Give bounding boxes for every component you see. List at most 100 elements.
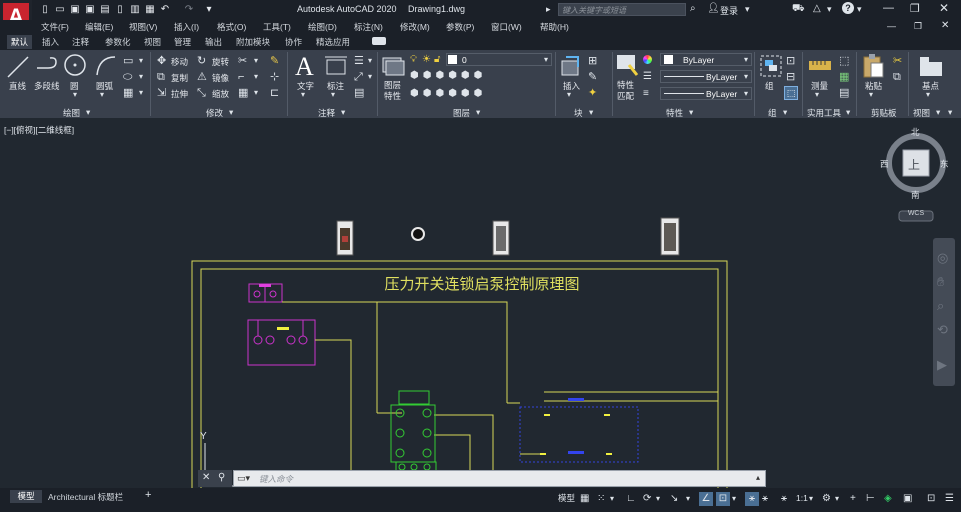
isodraft-icon[interactable]: ↘ [670,492,678,506]
tab-manage[interactable]: 管理 [174,36,191,48]
isolate-objects-icon[interactable]: ◈ [884,492,892,506]
annotation-monitor-icon[interactable]: + [850,492,856,506]
tab-output[interactable]: 输出 [205,36,222,48]
modify-panel-dropdown-icon[interactable]: ▾ [229,107,233,118]
units-icon[interactable]: ⊢ [866,492,875,506]
search-icon[interactable]: ⌕ [690,3,696,14]
quick-select-icon[interactable]: ⬚ [839,55,849,67]
help-dropdown-icon[interactable]: ▾ [857,4,862,15]
workspace-dropdown-icon[interactable]: ▾ [835,492,839,506]
menu-format[interactable]: 格式(O) [217,21,246,33]
paste-dropdown-icon[interactable]: ▾ [869,90,873,99]
menu-insert[interactable]: 插入(I) [174,21,199,33]
insert-block-icon[interactable] [558,53,584,79]
plot-icon[interactable]: ▦ [145,4,155,15]
command-prompt-icon[interactable]: ▭▾ [237,473,250,484]
block-attribute-icon[interactable]: ✦ [588,87,597,99]
command-history-icon[interactable]: ▴ [756,473,760,482]
ungroup-icon[interactable]: ⊡ [786,55,795,67]
measure-dropdown-icon[interactable]: ▾ [815,90,819,99]
paste-icon[interactable] [862,53,884,79]
color-dropdown-icon[interactable]: ▾ [744,55,748,64]
tab-featured-apps[interactable]: 精选应用 [316,36,350,48]
tab-addins[interactable]: 附加模块 [236,36,270,48]
menu-view[interactable]: 视图(V) [129,21,157,33]
copy-label[interactable]: 复制 [171,72,188,84]
move-icon[interactable]: ✥ [157,55,166,67]
layout-tab-model[interactable]: 模型 [10,490,42,503]
save-as-icon[interactable]: ▣ [85,4,95,15]
command-settings-icon[interactable]: ⚲ [218,472,225,483]
annotation-scale-value[interactable]: 1:1 [796,493,808,503]
stretch-icon[interactable]: ⇲ [157,87,166,99]
login-button[interactable]: 登录 [720,4,738,17]
line-icon[interactable] [6,54,30,80]
tab-view[interactable]: 视图 [144,36,161,48]
erase-icon[interactable]: ✎ [270,55,279,67]
hardware-acceleration-icon[interactable]: ▣ [903,492,912,506]
scale-label[interactable]: 缩放 [212,88,229,100]
tab-annotate[interactable]: 注释 [72,36,89,48]
move-label[interactable]: 移动 [171,56,188,68]
doc-minimize-icon[interactable]: — [887,21,896,31]
dimension-icon[interactable] [323,54,349,78]
rotate-icon[interactable]: ↻ [197,55,206,67]
ortho-icon[interactable]: ∟ [626,492,636,506]
copy-icon[interactable]: ⧉ [157,71,165,83]
help-icon[interactable]: ? [842,2,854,14]
layer-thaw-icon[interactable]: ☀ [422,54,431,65]
group-edit-icon[interactable]: ⊟ [786,71,795,83]
fillet-dropdown-icon[interactable]: ▾ [254,71,258,83]
annotation-visibility-icon[interactable]: ⚹ [745,492,759,506]
mobile-icon[interactable]: ▯ [115,4,125,15]
layer-properties-icon[interactable] [381,54,405,78]
menu-help[interactable]: 帮助(H) [540,21,569,33]
copy-clip-icon[interactable]: ⧉ [893,71,901,83]
table-icon[interactable]: ☰ [354,55,364,67]
text-icon[interactable]: A [295,52,314,82]
object-snap-icon[interactable]: ⊡ [716,492,730,506]
isodraft-dropdown-icon[interactable]: ▾ [686,492,690,506]
measure-icon[interactable] [808,55,832,77]
view-panel-expand-icon[interactable]: ▾ [948,107,952,118]
grid-icon[interactable]: ▦ [580,492,589,506]
group-icon[interactable] [758,53,784,79]
login-dropdown-icon[interactable]: ▾ [745,4,750,15]
menu-dimension[interactable]: 标注(N) [354,21,383,33]
publish-icon[interactable]: ▥ [130,4,140,15]
snap-dropdown-icon[interactable]: ▾ [610,492,614,506]
fillet-icon[interactable]: ⌐ [238,71,244,83]
annotation-panel-dropdown-icon[interactable]: ▾ [341,107,345,118]
object-snap-tracking-icon[interactable]: ∠ [699,492,713,506]
tab-insert[interactable]: 插入 [42,36,59,48]
trim-dropdown-icon[interactable]: ▾ [254,55,258,67]
rectangle-dropdown-icon[interactable]: ▾ [139,55,143,67]
new-icon[interactable]: ▯ [40,4,50,15]
layer-tools-row1-icon[interactable]: ⬢⬢⬢⬢⬢⬢ [410,70,486,81]
insert-dropdown-icon[interactable]: ▾ [567,90,571,99]
trim-icon[interactable]: ✂ [238,55,247,67]
minimize-icon[interactable]: — [883,2,894,14]
array-icon[interactable]: ▦ [238,87,248,99]
user-icon[interactable]: 👤︎ [707,3,720,14]
utilities-panel-dropdown-icon[interactable]: ▾ [846,107,850,118]
menu-file[interactable]: 文件(F) [41,21,69,33]
dimension-dropdown-icon[interactable]: ▾ [331,90,335,99]
layer-lock-icon[interactable]: 🔓︎ [434,54,440,65]
mirror-icon[interactable]: ⚠︎ [197,71,207,83]
redo-icon[interactable]: ↷ [184,4,194,15]
cut-icon[interactable]: ✂ [893,55,902,67]
leader-icon[interactable]: ⤢ [354,71,363,83]
lineweight-dropdown-icon[interactable]: ▾ [744,72,748,81]
circle-dropdown-icon[interactable]: ▾ [73,90,77,99]
scale-dropdown-icon[interactable]: ▾ [809,492,813,506]
groups-panel-dropdown-icon[interactable]: ▾ [783,107,787,118]
group-select-icon[interactable]: ⬚ [784,86,798,100]
search-input[interactable]: 键入关键字或短语 [558,3,686,16]
layer-tools-row2-icon[interactable]: ⬢⬢⬢⬢⬢⬢ [410,88,486,99]
offset-icon[interactable]: ⊏ [270,87,279,99]
stretch-label[interactable]: 拉伸 [171,88,188,100]
tab-collaborate[interactable]: 协作 [285,36,302,48]
customization-icon[interactable]: ☰ [945,492,954,506]
qat-dropdown-icon[interactable]: ▾ [204,4,214,15]
